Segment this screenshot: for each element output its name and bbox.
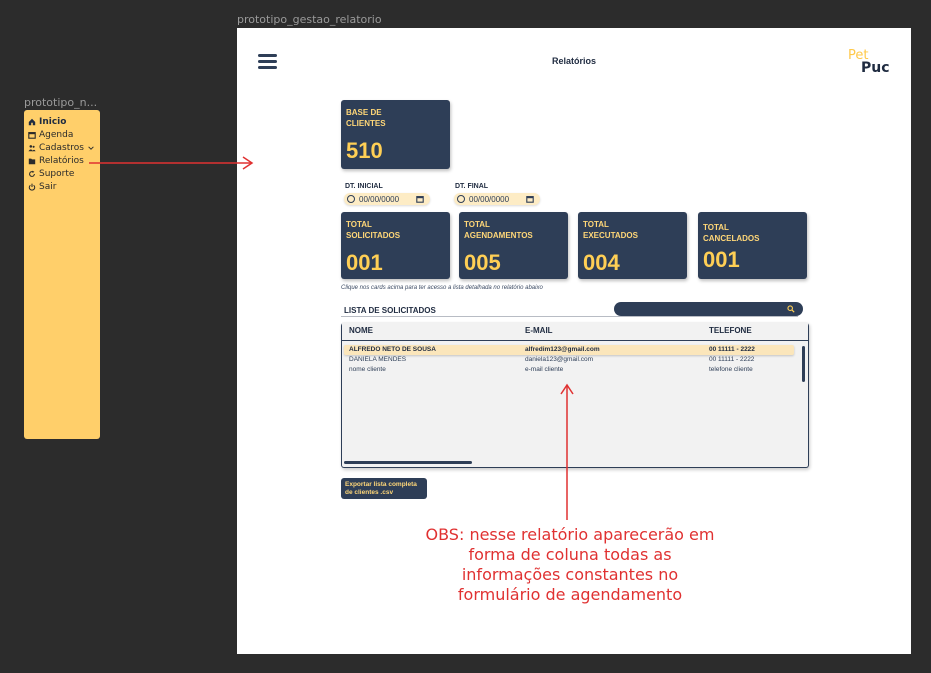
start-date-input[interactable]: 00/00/0000 xyxy=(344,193,430,205)
sidebar-item-label: Suporte xyxy=(39,168,75,179)
total-executados-card[interactable]: TOTAL EXECUTADOS 004 xyxy=(578,212,687,279)
annotation-note: OBS: nesse relatório aparecerão em forma… xyxy=(425,525,715,604)
start-date-value: 00/00/0000 xyxy=(359,194,400,204)
cards-hint: Clique nos cards acima para ter acesso a… xyxy=(341,285,543,291)
sidebar-item-label: Cadastros xyxy=(39,142,84,153)
folder-icon xyxy=(28,157,36,165)
sidebar-item-cadastros[interactable]: Cadastros xyxy=(28,141,96,154)
cell-email: e-mail cliente xyxy=(525,366,564,373)
power-icon xyxy=(28,183,36,191)
side-frame-label: prototipo_n... xyxy=(24,96,98,109)
search-input[interactable] xyxy=(614,302,803,316)
card-title: TOTAL EXECUTADOS xyxy=(583,220,638,240)
header-divider xyxy=(342,340,808,341)
chevron-down-icon xyxy=(87,144,95,152)
home-icon xyxy=(28,118,36,126)
card-value: 510 xyxy=(346,138,383,163)
column-header-nome: NOME xyxy=(349,326,373,335)
end-date-input[interactable]: 00/00/0000 xyxy=(454,193,540,205)
cell-email: alfredim123@gmail.com xyxy=(525,346,600,353)
sidebar-item-label: Sair xyxy=(39,181,57,192)
horizontal-scrollbar[interactable] xyxy=(344,461,472,464)
total-cancelados-card[interactable]: TOTAL CANCELADOS 001 xyxy=(698,212,807,279)
sidebar-item-label: Relatórios xyxy=(39,155,84,166)
table-row[interactable]: nome cliente e-mail cliente telefone cli… xyxy=(344,365,794,375)
main-frame-label: prototipo_gestao_relatorio xyxy=(237,13,382,26)
vertical-scrollbar[interactable] xyxy=(802,346,805,382)
report-page: Relatórios Pet Puc BASE DE CLIENTES 510 … xyxy=(237,28,911,654)
column-header-telefone: TELEFONE xyxy=(709,326,752,335)
sidebar-item-label: Agenda xyxy=(39,129,74,140)
cell-phone: 00 11111 - 2222 xyxy=(709,346,755,353)
column-header-email: E-MAIL xyxy=(525,326,553,335)
end-date-value: 00/00/0000 xyxy=(469,194,510,204)
card-value: 001 xyxy=(346,250,383,275)
users-icon xyxy=(28,144,36,152)
calendar-icon[interactable] xyxy=(526,195,534,203)
calendar-icon xyxy=(28,131,36,139)
sidebar-item-label: Inicio xyxy=(39,116,67,127)
card-title: TOTAL CANCELADOS xyxy=(703,223,760,243)
sidebar-item-sair[interactable]: Sair xyxy=(28,180,96,193)
sidebar-item-inicio[interactable]: Inicio xyxy=(28,115,96,128)
clients-table: NOME E-MAIL TELEFONE ALFREDO NETO DE SOU… xyxy=(341,322,809,468)
card-value: 005 xyxy=(464,250,501,275)
list-title: LISTA DE SOLICITADOS xyxy=(344,306,436,315)
start-date-label: DT. INICIAL xyxy=(345,183,383,190)
card-value: 001 xyxy=(703,247,740,272)
arrow-to-report-frame xyxy=(89,156,254,170)
cell-name: ALFREDO NETO DE SOUSA xyxy=(349,346,436,353)
petpuc-logo: Pet Puc xyxy=(848,48,898,76)
cell-email: daniela123@gmail.com xyxy=(525,356,594,363)
sidebar-item-relatorios[interactable]: Relatórios xyxy=(28,154,96,167)
page-title: Relatórios xyxy=(551,56,596,66)
calendar-icon[interactable] xyxy=(416,195,424,203)
sidebar-item-suporte[interactable]: Suporte xyxy=(28,167,96,180)
cell-name: DANIELA MENDES xyxy=(349,356,407,363)
total-solicitados-card[interactable]: TOTAL SOLICITADOS 001 xyxy=(341,212,450,279)
logo-puc-text: Puc xyxy=(861,60,890,76)
total-agendamentos-card[interactable]: TOTAL AGENDAMENTOS 005 xyxy=(459,212,568,279)
card-title: BASE DE CLIENTES xyxy=(346,108,386,128)
cell-name: nome cliente xyxy=(349,366,386,373)
cell-phone: telefone cliente xyxy=(709,366,753,373)
base-clientes-card[interactable]: BASE DE CLIENTES 510 xyxy=(341,100,450,169)
card-value: 004 xyxy=(583,250,620,275)
divider xyxy=(341,316,798,317)
card-title: TOTAL SOLICITADOS xyxy=(346,220,401,240)
sidebar-menu: Inicio Agenda Cadastros Relatórios Supor… xyxy=(24,110,100,439)
cell-phone: 00 11111 - 2222 xyxy=(709,356,755,363)
search-icon[interactable] xyxy=(787,305,795,313)
table-row[interactable]: ALFREDO NETO DE SOUSA alfredim123@gmail.… xyxy=(344,345,794,355)
table-row[interactable]: DANIELA MENDES daniela123@gmail.com 00 1… xyxy=(344,355,794,365)
end-date-label: DT. FINAL xyxy=(455,183,489,190)
export-csv-button[interactable]: Exportar lista completa de clientes .csv xyxy=(341,478,427,499)
radio-icon xyxy=(347,195,355,203)
card-title: TOTAL AGENDAMENTOS xyxy=(464,220,533,240)
sidebar-item-agenda[interactable]: Agenda xyxy=(28,128,96,141)
refresh-icon xyxy=(28,170,36,178)
radio-icon xyxy=(457,195,465,203)
